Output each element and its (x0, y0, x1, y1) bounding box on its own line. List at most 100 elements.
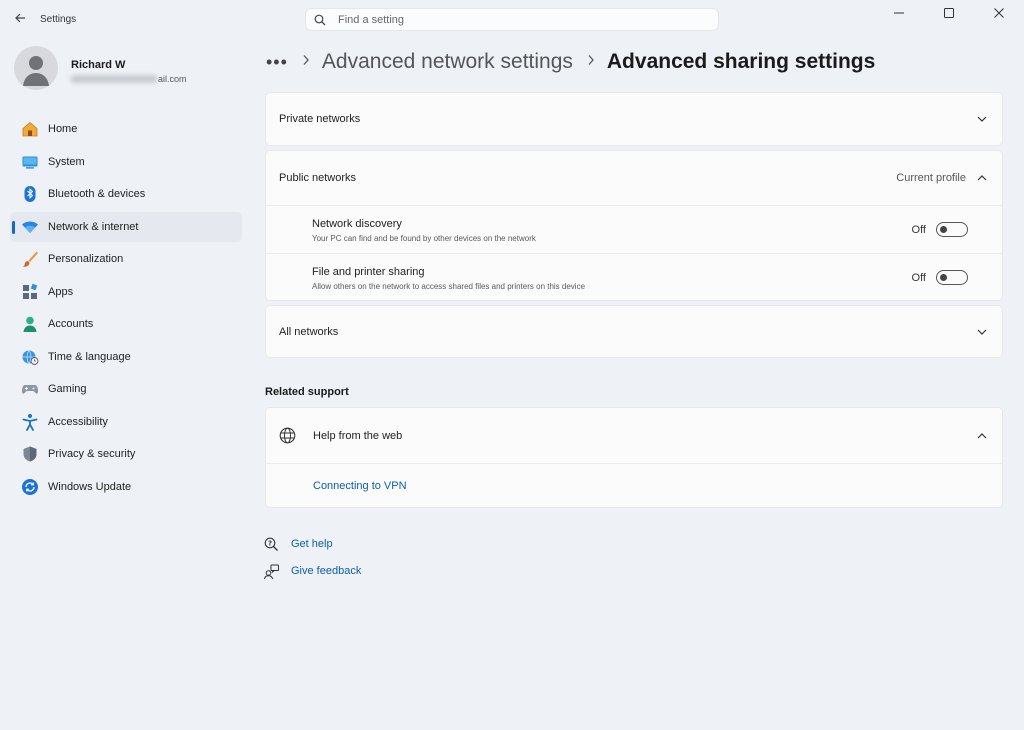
get-help-link[interactable]: ? Get help (263, 535, 361, 553)
help-from-web-label: Help from the web (313, 429, 403, 442)
public-networks-right: Current profile (896, 151, 990, 205)
breadcrumb-chevron-icon (302, 53, 310, 71)
wifi-icon (20, 217, 40, 237)
help-link-row: Connecting to VPN (266, 464, 1002, 508)
home-icon (20, 119, 40, 139)
sidebar-item-network-internet[interactable]: Network & internet (10, 211, 242, 242)
help-from-web-right (974, 408, 990, 463)
brush-icon (20, 249, 40, 269)
bluetooth-icon (20, 184, 40, 204)
accessibility-icon (20, 412, 40, 432)
network-discovery-toggle[interactable] (936, 222, 968, 237)
sidebar-item-label: System (48, 155, 85, 168)
app-title: Settings (40, 14, 77, 25)
breadcrumb-chevron-icon (587, 53, 595, 71)
help-from-web-card: Help from the web Connecting to VPN (265, 407, 1003, 508)
sidebar-item-apps[interactable]: Apps (10, 277, 242, 307)
minimize-icon (894, 12, 904, 14)
all-networks-card[interactable]: All networks (265, 305, 1003, 358)
sidebar-item-label: Apps (48, 285, 74, 298)
private-networks-label: Private networks (279, 113, 361, 125)
sidebar-item-label: Bluetooth & devices (48, 188, 146, 200)
profile-name: Richard W (71, 59, 126, 71)
public-networks-card: Public networks Current profile Network … (265, 150, 1003, 301)
sidebar-item-time-language[interactable]: Time & language (10, 342, 242, 372)
sidebar-item-label: Home (48, 123, 78, 135)
file-printer-sharing-toggle-wrap: Off (912, 254, 968, 301)
file-printer-sharing-description: Allow others on the network to access sh… (312, 282, 586, 291)
svg-text:?: ? (267, 539, 271, 547)
sidebar-item-privacy-security[interactable]: Privacy & security (10, 439, 242, 469)
search-box[interactable] (305, 8, 719, 31)
sidebar-item-label: Time & language (48, 350, 131, 363)
network-discovery-row: Network discovery Your PC can find and b… (266, 206, 1002, 253)
all-networks-header[interactable]: All networks (266, 306, 1002, 357)
sidebar-item-gaming[interactable]: Gaming (10, 374, 242, 404)
feedback-icon (263, 563, 279, 579)
globe-icon (279, 427, 299, 444)
chevron-down-icon[interactable] (974, 111, 990, 127)
maximize-button[interactable] (924, 0, 974, 26)
sidebar-item-label: Windows Update (48, 480, 132, 493)
network-discovery-toggle-wrap: Off (912, 206, 968, 253)
chevron-down-icon[interactable] (974, 324, 990, 340)
give-feedback-link[interactable]: Give feedback (263, 562, 361, 580)
minimize-button[interactable] (874, 0, 924, 26)
file-printer-sharing-toggle[interactable] (936, 270, 968, 285)
connecting-to-vpn-link[interactable]: Connecting to VPN (313, 480, 407, 492)
sidebar-item-label: Accessibility (48, 415, 108, 428)
sidebar-item-label: Gaming (48, 383, 87, 395)
sidebar-item-home[interactable]: Home (10, 114, 242, 144)
current-profile-badge: Current profile (896, 172, 966, 184)
give-feedback-label: Give feedback (291, 565, 362, 577)
email-redaction (71, 75, 157, 83)
all-networks-label: All networks (279, 325, 339, 338)
public-networks-header[interactable]: Public networks Current profile (266, 151, 1002, 205)
private-networks-right (974, 93, 990, 145)
file-printer-sharing-state: Off (911, 271, 926, 284)
sidebar-item-label: Personalization (48, 253, 124, 265)
sidebar-nav: Home System Bluetooth & devices Network … (10, 114, 242, 504)
title-bar: Settings (0, 0, 1024, 40)
breadcrumb-overflow-button[interactable]: ••• (266, 52, 288, 73)
get-help-label: Get help (291, 538, 333, 550)
avatar (14, 46, 58, 90)
profile-email-text: ail.com (158, 74, 187, 84)
sidebar-item-windows-update[interactable]: Windows Update (10, 472, 242, 502)
help-from-web-header[interactable]: Help from the web (266, 408, 1002, 463)
globe-clock-icon (20, 347, 40, 367)
private-networks-header[interactable]: Private networks (266, 93, 1002, 145)
sidebar-item-label: Accounts (48, 318, 94, 330)
system-icon (20, 152, 40, 172)
search-icon (314, 14, 336, 26)
back-button[interactable] (8, 6, 32, 30)
update-icon (20, 477, 40, 497)
sidebar-item-label: Privacy & security (48, 448, 136, 460)
toggle-knob (940, 226, 947, 233)
gamepad-icon (20, 379, 40, 399)
private-networks-card[interactable]: Private networks (265, 92, 1003, 146)
maximize-icon (944, 8, 954, 18)
accounts-icon (20, 314, 40, 334)
profile-email: ail.com (71, 74, 187, 84)
page-title: Advanced sharing settings (606, 50, 876, 73)
sidebar-item-personalization[interactable]: Personalization (10, 244, 242, 274)
window-controls (874, 0, 1024, 26)
network-discovery-title: Network discovery (312, 218, 402, 230)
chevron-up-icon[interactable] (974, 428, 990, 444)
file-printer-sharing-title: File and printer sharing (312, 266, 425, 278)
close-button[interactable] (974, 0, 1024, 26)
sidebar-item-bluetooth-devices[interactable]: Bluetooth & devices (10, 179, 242, 209)
person-icon (23, 56, 49, 86)
sidebar-item-accounts[interactable]: Accounts (10, 309, 242, 339)
chevron-up-icon[interactable] (974, 170, 990, 186)
breadcrumb-parent-link[interactable]: Advanced network settings (322, 50, 573, 74)
sidebar-item-label: Network & internet (48, 220, 139, 233)
file-printer-sharing-row: File and printer sharing Allow others on… (266, 254, 1002, 301)
back-arrow-icon (15, 13, 25, 23)
network-discovery-description: Your PC can find and be found by other d… (312, 234, 536, 243)
search-input[interactable] (336, 12, 710, 27)
sidebar-item-system[interactable]: System (10, 147, 242, 177)
user-profile[interactable]: Richard W ail.com (14, 46, 244, 96)
sidebar-item-accessibility[interactable]: Accessibility (10, 407, 242, 437)
